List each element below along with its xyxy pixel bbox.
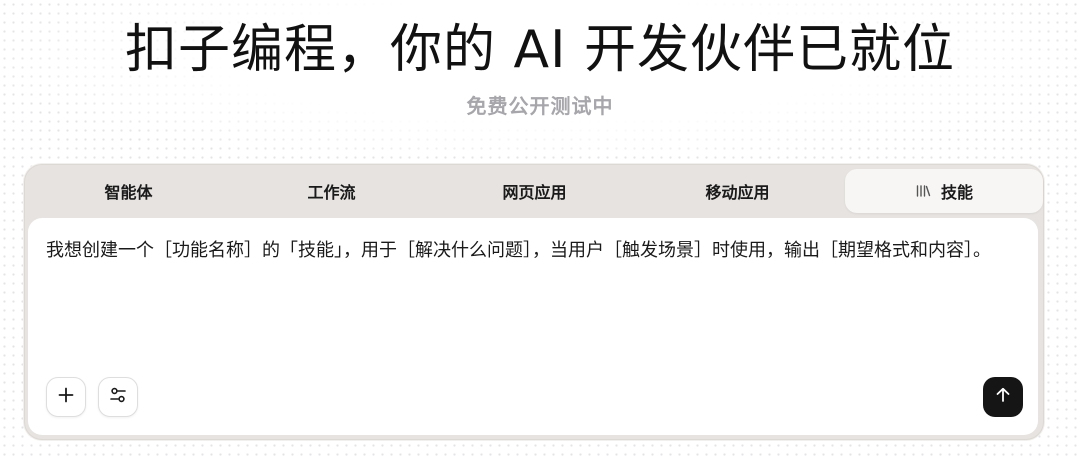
send-button[interactable] xyxy=(983,377,1023,417)
library-icon xyxy=(915,183,931,199)
tab-label: 网页应用 xyxy=(502,183,567,202)
page-subtitle: 免费公开测试中 xyxy=(466,94,614,118)
settings-button[interactable] xyxy=(98,377,138,417)
tab-bar: 智能体 工作流 网页应用 移动应用 技能 xyxy=(25,165,1043,217)
tab-web-app[interactable]: 网页应用 xyxy=(433,169,636,213)
sliders-icon xyxy=(108,385,128,409)
tab-label: 智能体 xyxy=(104,183,153,202)
tab-mobile-app[interactable]: 移动应用 xyxy=(636,169,839,213)
add-button[interactable] xyxy=(46,377,86,417)
tab-label: 工作流 xyxy=(307,183,356,202)
tab-label: 移动应用 xyxy=(705,183,770,202)
tab-label: 技能 xyxy=(940,183,973,202)
tab-skill[interactable]: 技能 xyxy=(845,169,1043,213)
plus-icon xyxy=(57,386,75,408)
tab-agent[interactable]: 智能体 xyxy=(27,169,230,213)
prompt-editor[interactable]: 我想创建一个［功能名称］的「技能」，用于［解决什么问题］，当用户［触发场景］时使… xyxy=(28,218,1038,435)
arrow-up-icon xyxy=(994,386,1012,408)
page-title: 扣子编程，你的 AI 开发伙伴已就位 xyxy=(125,20,955,80)
prompt-input[interactable]: 我想创建一个［功能名称］的「技能」，用于［解决什么问题］，当用户［触发场景］时使… xyxy=(46,234,1020,268)
tab-workflow[interactable]: 工作流 xyxy=(230,169,433,213)
create-panel: 智能体 工作流 网页应用 移动应用 技能 我想创建一个［功能名称］的「技能」，用… xyxy=(24,164,1044,440)
